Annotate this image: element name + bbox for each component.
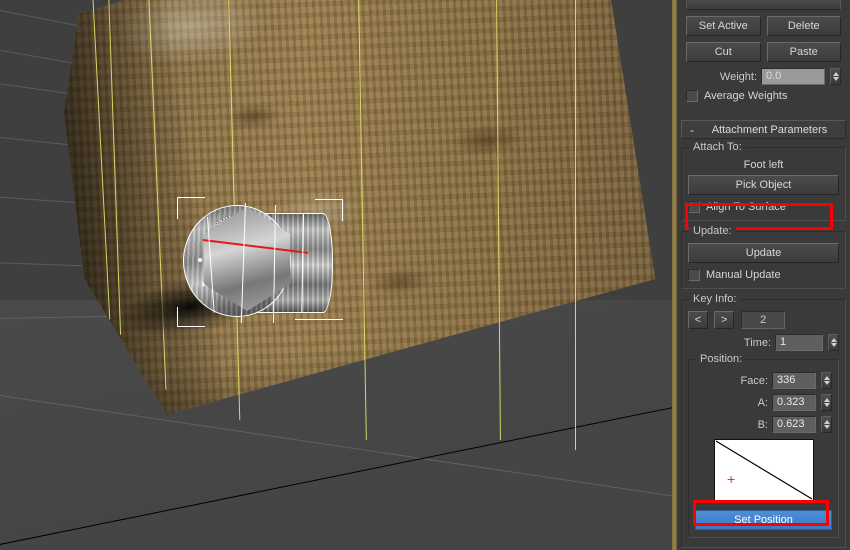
key-number-display: 2 bbox=[741, 311, 786, 329]
weight-label: Weight: bbox=[719, 70, 757, 83]
selection-bracket bbox=[295, 319, 343, 320]
average-weights-label: Average Weights bbox=[704, 90, 788, 102]
selection-bracket bbox=[177, 197, 178, 219]
align-to-surface-row[interactable]: Align To Surface bbox=[688, 201, 839, 213]
next-key-button[interactable]: > bbox=[714, 311, 735, 329]
bolt-head-dot bbox=[198, 258, 202, 262]
a-input[interactable]: 0.323 bbox=[772, 394, 816, 411]
b-row: B: 0.623 bbox=[695, 416, 832, 433]
b-label: B: bbox=[757, 418, 768, 431]
application-window: 8 MM BOLT bbox=[0, 0, 850, 550]
3d-viewport[interactable]: 8 MM BOLT bbox=[0, 0, 672, 550]
selection-bracket bbox=[177, 307, 178, 327]
position-title: Position: bbox=[696, 353, 747, 365]
paste-button[interactable]: Paste bbox=[766, 42, 841, 62]
command-panel[interactable]: Set Active Delete Cut Paste Weight: 0.0 … bbox=[677, 0, 850, 550]
selection-bracket bbox=[177, 326, 205, 327]
face-row: Face: 336 bbox=[695, 372, 832, 389]
update-group: Update: Update Manual Update bbox=[681, 225, 846, 289]
align-to-surface-label: Align To Surface bbox=[706, 201, 786, 213]
time-spinner[interactable] bbox=[828, 334, 839, 351]
selection-bracket bbox=[342, 199, 343, 221]
attach-to-group: Attach To: Foot left Pick Object Align T… bbox=[681, 141, 846, 221]
update-title: Update: bbox=[689, 225, 736, 237]
face-label: Face: bbox=[740, 374, 768, 387]
average-weights-row[interactable]: Average Weights bbox=[686, 90, 841, 102]
collapse-icon[interactable]: - bbox=[686, 123, 698, 137]
selection-bracket bbox=[177, 197, 205, 198]
key-nav-row: < > 2 bbox=[688, 311, 839, 329]
slab-wire-right-edge bbox=[575, 0, 576, 450]
face-input[interactable]: 336 bbox=[772, 372, 816, 389]
attachment-parameters-title: Attachment Parameters bbox=[711, 123, 828, 136]
button-row-2: Cut Paste bbox=[686, 42, 841, 62]
time-input[interactable]: 1 bbox=[775, 334, 823, 351]
weight-spinner[interactable] bbox=[830, 68, 841, 85]
position-marker-icon: + bbox=[726, 473, 736, 486]
set-position-button[interactable]: Set Position bbox=[695, 510, 832, 530]
bolt-nut-object[interactable]: 8 MM BOLT bbox=[175, 195, 345, 335]
key-info-group: Key Info: < > 2 Time: 1 Position: Face: … bbox=[681, 293, 846, 548]
b-input[interactable]: 0.623 bbox=[772, 416, 816, 433]
manual-update-checkbox[interactable] bbox=[688, 269, 700, 281]
button-row-1: Set Active Delete bbox=[686, 16, 841, 36]
weight-input[interactable]: 0.0 bbox=[761, 68, 825, 85]
manual-update-row[interactable]: Manual Update bbox=[688, 269, 839, 281]
update-button[interactable]: Update bbox=[688, 243, 839, 263]
cut-button[interactable]: Cut bbox=[686, 42, 761, 62]
truncated-list-box bbox=[686, 0, 841, 10]
face-barycentric-preview[interactable]: + bbox=[713, 439, 814, 501]
time-label: Time: bbox=[743, 336, 771, 349]
a-label: A: bbox=[757, 396, 768, 409]
a-spinner[interactable] bbox=[821, 394, 832, 411]
align-to-surface-checkbox[interactable] bbox=[688, 201, 700, 213]
prev-key-button[interactable]: < bbox=[688, 311, 708, 329]
selection-bracket bbox=[315, 199, 343, 200]
delete-button[interactable]: Delete bbox=[766, 16, 841, 36]
position-group: Position: Face: 336 A: 0.323 B: 0.623 + … bbox=[688, 353, 839, 538]
set-active-button[interactable]: Set Active bbox=[686, 16, 761, 36]
weight-row: Weight: 0.0 bbox=[686, 68, 841, 85]
weights-group: Set Active Delete Cut Paste Weight: 0.0 … bbox=[677, 16, 850, 102]
manual-update-label: Manual Update bbox=[706, 269, 781, 281]
a-row: A: 0.323 bbox=[695, 394, 832, 411]
b-spinner[interactable] bbox=[821, 416, 832, 433]
key-info-title: Key Info: bbox=[689, 293, 741, 305]
face-spinner[interactable] bbox=[821, 372, 832, 389]
pick-object-button[interactable]: Pick Object bbox=[688, 175, 839, 195]
triangle-diagonal-icon bbox=[715, 440, 812, 500]
attachment-parameters-header[interactable]: - Attachment Parameters bbox=[681, 120, 846, 139]
time-row: Time: 1 bbox=[688, 334, 839, 351]
attach-to-title: Attach To: bbox=[689, 141, 746, 153]
attach-target-name: Foot left bbox=[743, 159, 784, 171]
average-weights-checkbox[interactable] bbox=[686, 90, 698, 102]
